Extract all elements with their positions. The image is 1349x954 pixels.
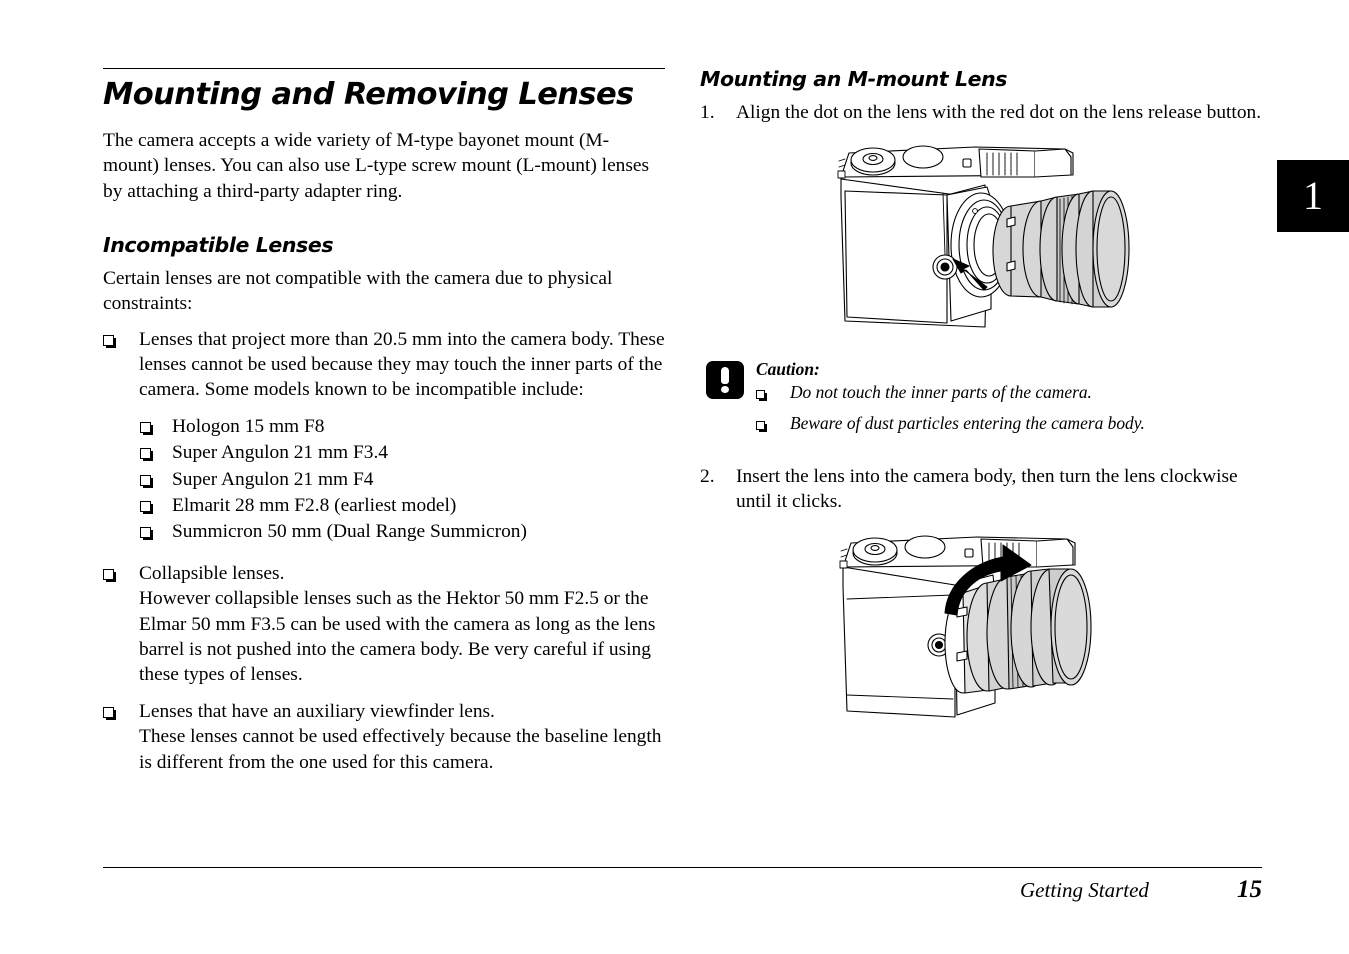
bullet-marker	[140, 440, 172, 465]
right-column: Mounting an M-mount Lens 1. Align the do…	[700, 68, 1270, 736]
list-item-text: Hologon 15 mm F8	[172, 415, 325, 437]
caution-item-text: Do not touch the inner parts of the came…	[790, 381, 1092, 402]
list-item: Hologon 15 mm F8	[140, 414, 665, 439]
list-item-text: Elmarit 28 mm F2.8 (earliest model)	[172, 494, 457, 516]
step-number: 1.	[700, 101, 715, 123]
list-item: Lenses that have an auxiliary viewfinder…	[103, 699, 665, 775]
list-item: Beware of dust particles entering the ca…	[756, 413, 1270, 436]
nested-bullet-group: Hologon 15 mm F8 Super Angulon 21 mm F3.…	[103, 414, 665, 545]
list-item-text: Lenses that project more than 20.5 mm in…	[139, 328, 665, 401]
bullet-marker	[756, 382, 790, 405]
footer-rule	[103, 867, 1262, 868]
bullet-marker	[103, 561, 139, 586]
list-item-text: Lenses that have an auxiliary viewfinder…	[139, 700, 662, 773]
bullet-marker	[140, 414, 172, 439]
list-item: Lenses that project more than 20.5 mm in…	[103, 327, 665, 403]
shadow-square-bullet-icon	[103, 568, 116, 582]
caution-item-text: Beware of dust particles entering the ca…	[790, 412, 1145, 433]
intro-paragraph: The camera accepts a wide variety of M-t…	[103, 129, 650, 202]
section-heading-incompatible-lenses: Incompatible Lenses	[103, 233, 334, 258]
bullet-marker	[103, 327, 139, 352]
shadow-square-bullet-icon	[140, 527, 153, 541]
camera-lens-align-svg	[837, 145, 1130, 328]
shadow-square-bullet-icon	[140, 474, 153, 488]
document-page: 1 Mounting and Removing Lenses The camer…	[0, 0, 1349, 954]
numbered-step: 2. Insert the lens into the camera body,…	[700, 464, 1270, 515]
footer: Getting Started 15	[1020, 876, 1262, 904]
list-item: Collapsible lenses. However collapsible …	[103, 561, 665, 688]
camera-lens-rotate-illustration	[700, 527, 1270, 732]
list-item: Summicron 50 mm (Dual Range Summicron)	[140, 519, 665, 544]
caution-title: Caution:	[756, 358, 820, 379]
left-column: Mounting and Removing Lenses The camera …	[103, 68, 665, 786]
step-text: Align the dot on the lens with the red d…	[736, 101, 1262, 123]
caution-body: Caution: Do not touch the inner parts of…	[756, 359, 1270, 444]
incompatible-lenses-list: Lenses that project more than 20.5 mm in…	[103, 327, 665, 776]
exclamation-icon	[706, 360, 744, 399]
list-item-text: Super Angulon 21 mm F4	[172, 468, 374, 490]
bullet-marker	[103, 699, 139, 724]
incompatible-models-list: Hologon 15 mm F8 Super Angulon 21 mm F3.…	[140, 414, 665, 545]
footer-chapter-title: Getting Started	[1020, 878, 1149, 902]
camera-lens-align-illustration	[700, 139, 1270, 339]
step-number: 2.	[700, 465, 715, 487]
list-item: Super Angulon 21 mm F3.4	[140, 440, 665, 465]
shadow-square-bullet-icon	[756, 420, 767, 432]
shadow-square-bullet-icon	[103, 334, 116, 348]
step-text: Insert the lens into the camera body, th…	[736, 465, 1238, 513]
section-lead-paragraph: Certain lenses are not compatible with t…	[103, 267, 613, 315]
footer-page-number: 15	[1237, 876, 1262, 903]
camera-lens-rotate-svg	[839, 535, 1092, 718]
shadow-square-bullet-icon	[140, 448, 153, 462]
bullet-marker	[140, 519, 172, 544]
page-title: Mounting and Removing Lenses	[103, 77, 634, 112]
list-item: Super Angulon 21 mm F4	[140, 467, 665, 492]
shadow-square-bullet-icon	[756, 389, 767, 401]
shadow-square-bullet-icon	[103, 706, 116, 720]
bullet-marker	[140, 493, 172, 518]
numbered-step: 1. Align the dot on the lens with the re…	[700, 100, 1270, 125]
caution-note: Caution: Do not touch the inner parts of…	[706, 359, 1270, 444]
list-item: Do not touch the inner parts of the came…	[756, 382, 1270, 405]
bullet-marker	[756, 413, 790, 436]
list-item: Elmarit 28 mm F2.8 (earliest model)	[140, 493, 665, 518]
list-item-text: Super Angulon 21 mm F3.4	[172, 442, 389, 464]
exclamation-dot	[721, 385, 729, 393]
shadow-square-bullet-icon	[140, 421, 153, 435]
section-heading-mounting-m-mount-lens: Mounting an M-mount Lens	[700, 67, 1008, 91]
bullet-marker	[140, 467, 172, 492]
exclamation-stem	[721, 366, 729, 384]
list-item-text: Summicron 50 mm (Dual Range Summicron)	[172, 521, 527, 543]
list-item-text: Collapsible lenses. However collapsible …	[139, 562, 656, 686]
title-rule	[103, 68, 665, 69]
chapter-number-tab: 1	[1277, 160, 1349, 232]
shadow-square-bullet-icon	[140, 500, 153, 514]
